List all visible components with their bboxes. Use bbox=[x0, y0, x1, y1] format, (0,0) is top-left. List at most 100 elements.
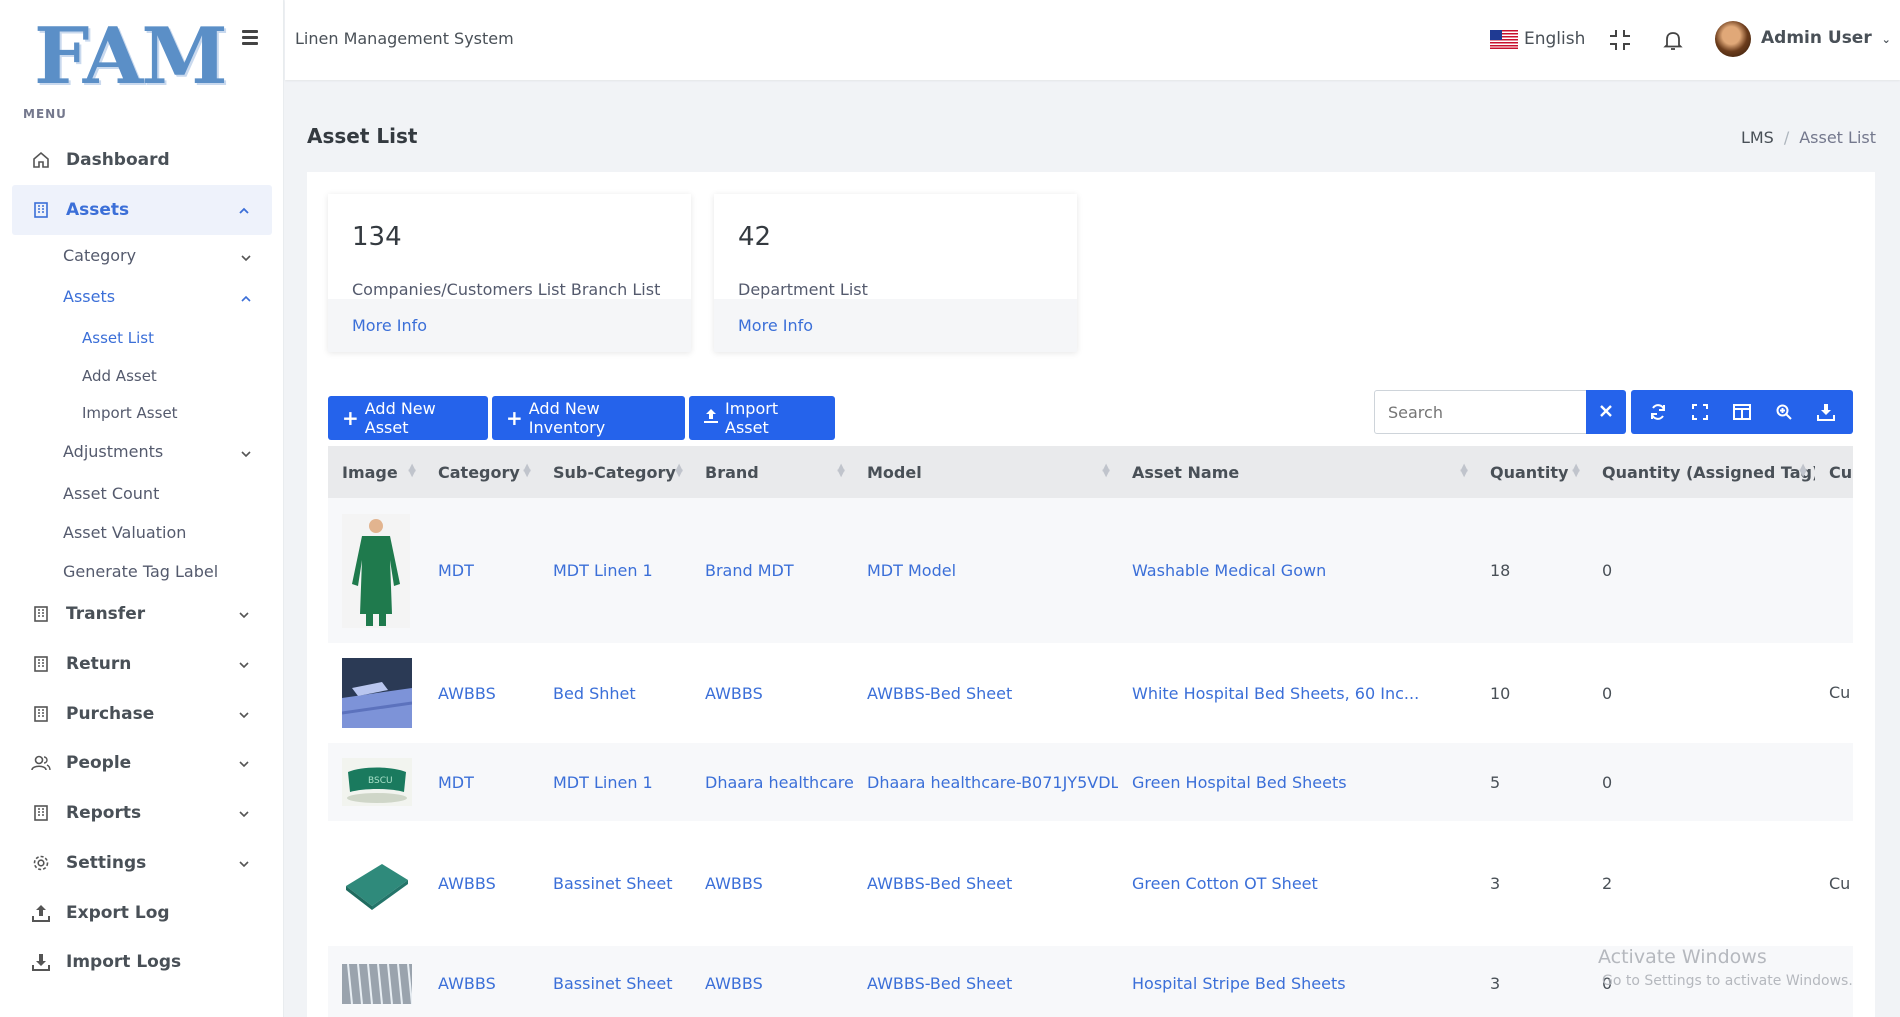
bell-icon[interactable] bbox=[1661, 28, 1685, 52]
sidebar-sub-asset-count[interactable]: Asset Count bbox=[63, 484, 159, 503]
sort-icon: ▲ ▼ bbox=[1799, 462, 1807, 479]
cell-subcategory[interactable]: Bassinet Sheet bbox=[539, 946, 691, 1017]
cell-asset-name[interactable]: White Hospital Bed Sheets, 60 Inc... bbox=[1118, 643, 1476, 743]
sidebar-item-people[interactable]: People bbox=[12, 738, 272, 788]
user-name: Admin User bbox=[1761, 28, 1872, 48]
cell-subcategory[interactable]: MDT Linen 1 bbox=[539, 498, 691, 643]
sidebar-sub-asset-valuation[interactable]: Asset Valuation bbox=[63, 523, 186, 542]
column-header-asset-name[interactable]: Asset Name ▲ ▼ bbox=[1118, 446, 1476, 498]
sidebar-add-asset[interactable]: Add Asset bbox=[82, 367, 157, 385]
sidebar-item-export-log[interactable]: Export Log bbox=[12, 888, 272, 938]
cell-category[interactable]: MDT bbox=[424, 498, 539, 643]
menu-toggle-icon[interactable] bbox=[242, 27, 266, 51]
column-header-brand[interactable]: Brand ▲ ▼ bbox=[691, 446, 853, 498]
column-header-subcategory[interactable]: Sub-Category ▲ ▼ bbox=[539, 446, 691, 498]
asset-table-container[interactable]: Image ▲ ▼ Category ▲ ▼ Sub-Category ▲ ▼ Brand ▲… bbox=[328, 446, 1853, 1017]
cell-brand[interactable]: AWBBS bbox=[691, 821, 853, 946]
sidebar-asset-list[interactable]: Asset List bbox=[82, 329, 154, 347]
content-card: 134 Companies/Customers List Branch List… bbox=[307, 172, 1875, 1017]
language-selector[interactable]: English bbox=[1490, 29, 1585, 49]
cell-subcategory[interactable]: Bed Shhet bbox=[539, 643, 691, 743]
cell-subcategory[interactable]: MDT Linen 1 bbox=[539, 743, 691, 821]
cell-model[interactable]: AWBBS-Bed Sheet bbox=[853, 821, 1118, 946]
users-icon bbox=[30, 752, 52, 774]
import-asset-button[interactable]: Import Asset bbox=[689, 396, 835, 440]
sidebar-item-assets[interactable]: Assets bbox=[12, 185, 272, 235]
sidebar-import-asset[interactable]: Import Asset bbox=[82, 404, 178, 422]
column-header-quantity[interactable]: Quantity ▲ ▼ bbox=[1476, 446, 1588, 498]
sidebar-item-dashboard[interactable]: Dashboard bbox=[12, 135, 272, 185]
sidebar-item-label: Purchase bbox=[66, 704, 155, 724]
columns-icon[interactable] bbox=[1731, 401, 1753, 423]
table-row[interactable]: MDT MDT Linen 1 Brand MDT MDT Model Wash… bbox=[328, 498, 1853, 643]
sidebar-item-label: Transfer bbox=[66, 604, 146, 624]
more-info-link[interactable]: More Info bbox=[738, 316, 813, 335]
cell-category[interactable]: AWBBS bbox=[424, 821, 539, 946]
sidebar-item-settings[interactable]: Settings bbox=[12, 838, 272, 888]
building-icon bbox=[30, 802, 52, 824]
table-row[interactable]: AWBBS Bed Shhet AWBBS AWBBS-Bed Sheet Wh… bbox=[328, 643, 1853, 743]
cell-model[interactable]: MDT Model bbox=[853, 498, 1118, 643]
cell-quantity: 10 bbox=[1490, 683, 1511, 703]
bedsheet-image bbox=[342, 658, 412, 728]
cell-brand[interactable]: AWBBS bbox=[691, 946, 853, 1017]
sidebar-sub-assets[interactable]: Assets bbox=[63, 287, 251, 306]
more-info-link[interactable]: More Info bbox=[352, 316, 427, 335]
refresh-icon[interactable] bbox=[1647, 401, 1669, 423]
add-new-asset-button[interactable]: + Add New Asset bbox=[328, 396, 488, 440]
fullscreen-icon[interactable] bbox=[1689, 401, 1711, 423]
cell-category[interactable]: AWBBS bbox=[424, 946, 539, 1017]
chevron-down-icon bbox=[238, 656, 250, 676]
sort-icon: ▲ ▼ bbox=[523, 462, 531, 479]
user-menu[interactable]: Admin User ⌄ bbox=[1761, 28, 1891, 48]
cell-model[interactable]: Dhaara healthcare-B071JY5VDL bbox=[853, 743, 1118, 821]
breadcrumb-current: Asset List bbox=[1799, 128, 1876, 147]
cell-brand[interactable]: Dhaara healthcare bbox=[691, 743, 853, 821]
sidebar-item-import-logs[interactable]: Import Logs bbox=[12, 937, 272, 987]
column-header-image[interactable]: Image ▲ ▼ bbox=[328, 446, 424, 498]
cell-brand[interactable]: AWBBS bbox=[691, 643, 853, 743]
sidebar-sub-generate-tag[interactable]: Generate Tag Label bbox=[63, 562, 218, 581]
logo[interactable]: FAM bbox=[34, 18, 228, 96]
breadcrumb-lms[interactable]: LMS bbox=[1741, 128, 1774, 147]
clear-search-button[interactable] bbox=[1586, 390, 1626, 434]
column-header-cu[interactable]: Cu bbox=[1815, 446, 1853, 498]
sort-icon: ▲ ▼ bbox=[675, 462, 683, 479]
asset-table: Image ▲ ▼ Category ▲ ▼ Sub-Category ▲ ▼ Brand ▲… bbox=[328, 446, 1853, 1017]
cell-brand[interactable]: Brand MDT bbox=[691, 498, 853, 643]
chevron-down-icon bbox=[240, 249, 252, 268]
search-input[interactable] bbox=[1374, 390, 1587, 434]
column-header-quantity-tag[interactable]: Quantity (Assigned Tag) ▲ ▼ bbox=[1588, 446, 1819, 498]
avatar[interactable] bbox=[1715, 21, 1751, 57]
chevron-down-icon bbox=[238, 606, 250, 626]
cell-asset-name[interactable]: Green Hospital Bed Sheets bbox=[1118, 743, 1476, 821]
sidebar-sub-category[interactable]: Category bbox=[63, 246, 251, 265]
column-title: Image bbox=[342, 462, 398, 482]
cell-model[interactable]: AWBBS-Bed Sheet bbox=[853, 643, 1118, 743]
cell-category[interactable]: AWBBS bbox=[424, 643, 539, 743]
cell-asset-name[interactable]: Washable Medical Gown bbox=[1118, 498, 1476, 643]
cell-asset-name[interactable]: Hospital Stripe Bed Sheets bbox=[1118, 946, 1476, 1017]
sidebar-sub-adjustments[interactable]: Adjustments bbox=[63, 442, 251, 461]
sidebar-item-return[interactable]: Return bbox=[12, 639, 272, 689]
add-new-inventory-button[interactable]: + Add New Inventory bbox=[492, 396, 685, 440]
building-icon bbox=[30, 703, 52, 725]
chevron-down-icon bbox=[238, 755, 250, 775]
exit-fullscreen-icon[interactable] bbox=[1608, 28, 1632, 52]
download-icon[interactable] bbox=[1815, 401, 1837, 423]
table-row[interactable]: AWBBS Bassinet Sheet AWBBS AWBBS-Bed She… bbox=[328, 821, 1853, 946]
sidebar-item-reports[interactable]: Reports bbox=[12, 788, 272, 838]
sort-icon: ▲ ▼ bbox=[1460, 462, 1468, 479]
ot-sheet-image bbox=[342, 855, 412, 912]
column-header-category[interactable]: Category ▲ ▼ bbox=[424, 446, 539, 498]
table-row[interactable]: BSCU MDT MDT Linen 1 Dhaara healthcare D… bbox=[328, 743, 1853, 821]
cell-subcategory[interactable]: Bassinet Sheet bbox=[539, 821, 691, 946]
cell-model[interactable]: AWBBS-Bed Sheet bbox=[853, 946, 1118, 1017]
zoom-icon[interactable] bbox=[1773, 401, 1795, 423]
cell-category[interactable]: MDT bbox=[424, 743, 539, 821]
column-header-model[interactable]: Model ▲ ▼ bbox=[853, 446, 1118, 498]
sidebar-item-transfer[interactable]: Transfer bbox=[12, 589, 272, 639]
sidebar-item-purchase[interactable]: Purchase bbox=[12, 689, 272, 739]
cell-asset-name[interactable]: Green Cotton OT Sheet bbox=[1118, 821, 1476, 946]
plus-icon: + bbox=[342, 406, 359, 430]
